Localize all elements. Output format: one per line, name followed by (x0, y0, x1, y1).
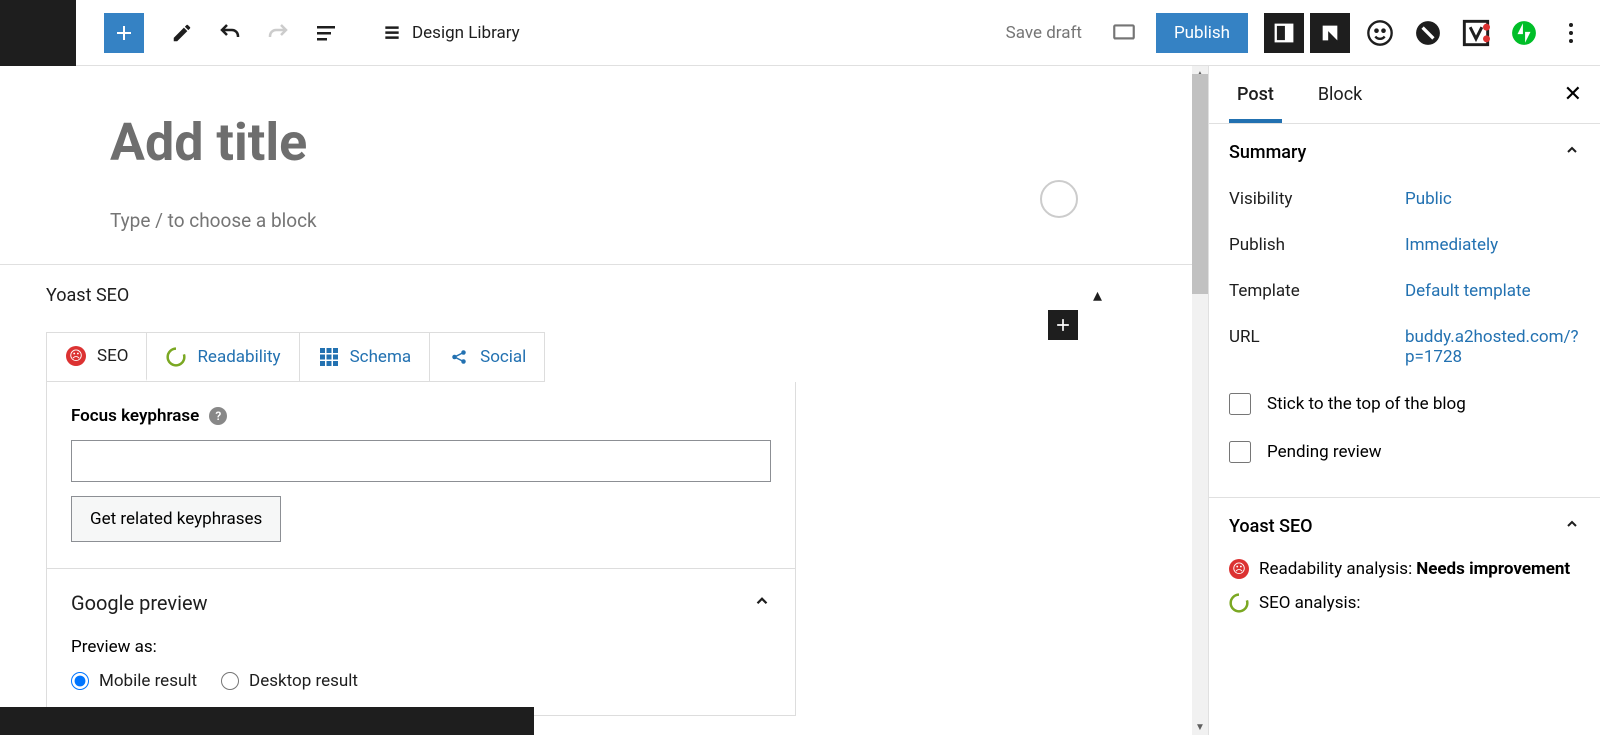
pending-checkbox[interactable]: Pending review (1229, 441, 1580, 463)
redo-icon[interactable] (258, 13, 298, 53)
yoast-tabs: ☹ SEO Readability Schema Social (46, 332, 545, 382)
loading-icon (1229, 593, 1249, 613)
tab-schema[interactable]: Schema (300, 333, 431, 381)
scrollbar-thumb[interactable] (1192, 74, 1208, 294)
desktop-result-radio[interactable]: Desktop result (221, 671, 358, 691)
tab-block[interactable]: Block (1310, 84, 1370, 105)
related-keyphrases-button[interactable]: Get related keyphrases (71, 496, 281, 542)
sidebar-tabs: Post Block ✕ (1209, 66, 1600, 124)
plugin-panel-icon[interactable] (1310, 13, 1350, 53)
stick-checkbox[interactable]: Stick to the top of the blog (1229, 393, 1580, 415)
seo-analysis-row[interactable]: SEO analysis: (1229, 593, 1580, 613)
mailchimp-icon[interactable] (1362, 15, 1398, 51)
chevron-up-icon (753, 591, 771, 615)
chevron-up-icon (1564, 516, 1580, 537)
block-prompt[interactable]: Type / to choose a block (110, 209, 1098, 232)
google-preview-section: Google preview Preview as: Mobile result… (47, 568, 795, 691)
more-options-icon[interactable] (1556, 13, 1586, 53)
publish-row: Publish Immediately (1229, 235, 1580, 255)
publish-value[interactable]: Immediately (1405, 235, 1580, 255)
focus-keyphrase-label: Focus keyphrase ? (71, 406, 771, 426)
visibility-label: Visibility (1229, 189, 1405, 209)
sidebar-yoast-panel: Yoast SEO ☹ Readability analysis: Needs … (1209, 498, 1600, 631)
publish-label: Publish (1229, 235, 1405, 255)
tab-readability[interactable]: Readability (147, 333, 299, 381)
bottom-bar (0, 707, 534, 735)
url-value[interactable]: buddy.a2hosted.com/?p=1728 (1405, 327, 1580, 367)
yoast-metabox: Yoast SEO ▴ ☹ SEO Readability Schema (0, 265, 1208, 735)
save-draft-button[interactable]: Save draft (1006, 23, 1082, 43)
main-area: ▲ ▼ Type / to choose a block Yoast SEO ▴… (0, 66, 1600, 735)
collapse-icon: ▴ (1093, 285, 1102, 306)
avatar (1040, 180, 1078, 218)
sad-face-icon: ☹ (1229, 559, 1249, 579)
toolbar-right: Save draft Publish (1006, 0, 1600, 65)
loading-icon (165, 346, 187, 368)
undo-icon[interactable] (210, 13, 250, 53)
tab-seo[interactable]: ☹ SEO (47, 333, 147, 381)
summary-header[interactable]: Summary (1229, 142, 1580, 163)
help-icon[interactable]: ? (209, 407, 227, 425)
google-preview-header[interactable]: Google preview (71, 591, 771, 615)
yoast-title: Yoast SEO (46, 285, 129, 306)
readability-analysis-row[interactable]: ☹ Readability analysis: Needs improvemen… (1229, 559, 1580, 579)
title-area (0, 66, 1208, 173)
visibility-value[interactable]: Public (1405, 189, 1580, 209)
add-block-toggle[interactable] (104, 13, 144, 53)
scroll-down-icon[interactable]: ▼ (1192, 719, 1208, 735)
preview-radio-group: Mobile result Desktop result (71, 671, 771, 691)
readability-label: Readability analysis: (1259, 559, 1412, 579)
editor-canvas: ▲ ▼ Type / to choose a block Yoast SEO ▴… (0, 66, 1208, 735)
seo-analysis-label: SEO analysis: (1259, 593, 1361, 613)
post-title-input[interactable] (110, 112, 910, 173)
template-row: Template Default template (1229, 281, 1580, 301)
summary-panel: Summary Visibility Public Publish Immedi… (1209, 124, 1600, 498)
template-value[interactable]: Default template (1405, 281, 1580, 301)
tab-seo-label: SEO (97, 346, 128, 366)
tab-schema-label: Schema (350, 347, 412, 367)
design-library-label: Design Library (412, 23, 520, 43)
document-overview-icon[interactable] (306, 13, 346, 53)
tab-post[interactable]: Post (1229, 84, 1282, 123)
scrollbar-track[interactable]: ▲ ▼ (1192, 66, 1208, 735)
top-toolbar: Design Library Save draft Publish (0, 0, 1600, 66)
focus-keyphrase-input[interactable] (71, 440, 771, 482)
settings-sidebar: Post Block ✕ Summary Visibility Public P… (1208, 66, 1600, 735)
edit-icon[interactable] (162, 13, 202, 53)
add-block-inline-button[interactable] (1048, 310, 1078, 340)
tab-social[interactable]: Social (430, 333, 544, 381)
tab-readability-label: Readability (197, 347, 280, 367)
yoast-seo-panel: Focus keyphrase ? Get related keyphrases… (46, 382, 796, 716)
template-label: Template (1229, 281, 1405, 301)
close-sidebar-icon[interactable]: ✕ (1564, 82, 1582, 107)
yoast-icon[interactable] (1458, 15, 1494, 51)
share-icon (448, 346, 470, 368)
visibility-row: Visibility Public (1229, 189, 1580, 209)
settings-sidebar-toggle[interactable] (1264, 13, 1304, 53)
url-row: URL buddy.a2hosted.com/?p=1728 (1229, 327, 1580, 367)
yoast-metabox-header[interactable]: Yoast SEO ▴ (46, 285, 1162, 306)
preview-icon[interactable] (1104, 13, 1144, 53)
grid-icon (318, 346, 340, 368)
preview-as-label: Preview as: (71, 637, 771, 657)
block-plugin-icon[interactable] (1410, 15, 1446, 51)
mobile-result-radio[interactable]: Mobile result (71, 671, 197, 691)
url-label: URL (1229, 327, 1405, 367)
tab-social-label: Social (480, 347, 526, 367)
design-library-button[interactable]: Design Library (382, 23, 520, 43)
wp-logo[interactable] (0, 0, 76, 66)
publish-button[interactable]: Publish (1156, 13, 1248, 53)
readability-status: Needs improvement (1416, 559, 1570, 579)
sidebar-yoast-header[interactable]: Yoast SEO (1229, 516, 1580, 537)
sad-face-icon: ☹ (65, 345, 87, 367)
chevron-up-icon (1564, 142, 1580, 163)
jetpack-icon[interactable] (1506, 15, 1542, 51)
